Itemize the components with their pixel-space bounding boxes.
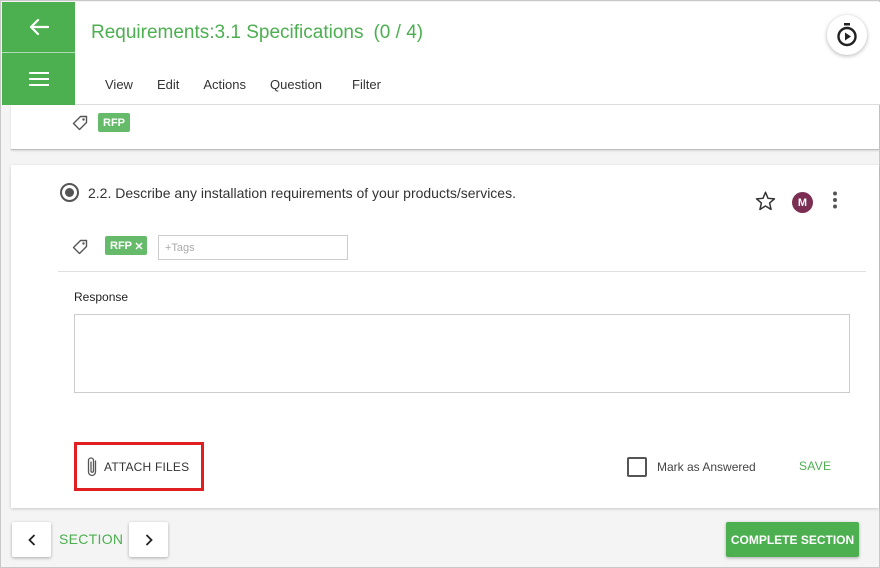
- question-card: 2.2. Describe any installation requireme…: [11, 165, 879, 508]
- tag-icon: [72, 239, 88, 255]
- paperclip-icon: [87, 456, 97, 476]
- mark-answered-label: Mark as Answered: [657, 460, 756, 474]
- timer-button[interactable]: [827, 15, 867, 55]
- menu-edit[interactable]: Edit: [157, 77, 179, 92]
- chevron-right-icon: [145, 533, 153, 546]
- header: Requirements:3.1 Specifications (0 / 4) V…: [2, 2, 880, 105]
- menu-filter[interactable]: Filter: [352, 77, 381, 92]
- tag-icon: [72, 115, 88, 131]
- tag-chip: RFP: [98, 113, 130, 132]
- mark-answered-checkbox[interactable]: [627, 457, 647, 477]
- page-title: Requirements:3.1 Specifications (0 / 4): [91, 22, 423, 44]
- divider: [58, 271, 866, 272]
- tag-chip-label: RFP: [103, 116, 125, 129]
- star-icon: [755, 191, 776, 211]
- favorite-button[interactable]: [755, 191, 776, 216]
- section-label: SECTION: [59, 531, 124, 547]
- menu-button[interactable]: [2, 53, 75, 104]
- tag-chip-label: RFP: [110, 239, 132, 252]
- attach-files-label: ATTACH FILES: [104, 459, 190, 474]
- progress-count: (0 / 4): [373, 22, 424, 43]
- tag-chip-rfp: RFP: [105, 236, 147, 255]
- complete-section-button[interactable]: COMPLETE SECTION: [726, 522, 859, 557]
- back-button[interactable]: [2, 2, 75, 53]
- menu-actions[interactable]: Actions: [203, 77, 246, 92]
- attach-files-button[interactable]: ATTACH FILES: [74, 442, 204, 491]
- kebab-menu-icon: [833, 191, 837, 209]
- mark-answered-toggle[interactable]: Mark as Answered: [627, 457, 756, 477]
- previous-section-button[interactable]: [12, 522, 51, 557]
- response-label: Response: [74, 290, 129, 304]
- nav-rail: [2, 2, 75, 105]
- next-section-button[interactable]: [129, 522, 168, 557]
- arrow-left-icon: [29, 18, 49, 36]
- save-button[interactable]: SAVE: [799, 459, 831, 473]
- stopwatch-icon: [837, 23, 857, 47]
- menu-view[interactable]: View: [105, 77, 133, 92]
- title-text: Requirements:3.1 Specifications: [91, 22, 364, 43]
- more-options-button[interactable]: [832, 191, 838, 214]
- question-text: 2.2. Describe any installation requireme…: [88, 185, 516, 201]
- tags-input[interactable]: [158, 235, 348, 260]
- app-window: Requirements:3.1 Specifications (0 / 4) V…: [0, 0, 880, 568]
- response-textarea[interactable]: [74, 314, 850, 393]
- previous-question-card: RFP: [11, 105, 879, 150]
- question-status-radio[interactable]: [60, 183, 79, 202]
- remove-tag-icon[interactable]: [135, 241, 143, 250]
- menu-question[interactable]: Question: [270, 77, 322, 92]
- assignee-avatar[interactable]: M: [792, 192, 813, 213]
- hamburger-menu-icon: [28, 71, 49, 86]
- menubar: View Edit Actions Question Filter: [105, 77, 405, 92]
- chevron-left-icon: [27, 533, 35, 546]
